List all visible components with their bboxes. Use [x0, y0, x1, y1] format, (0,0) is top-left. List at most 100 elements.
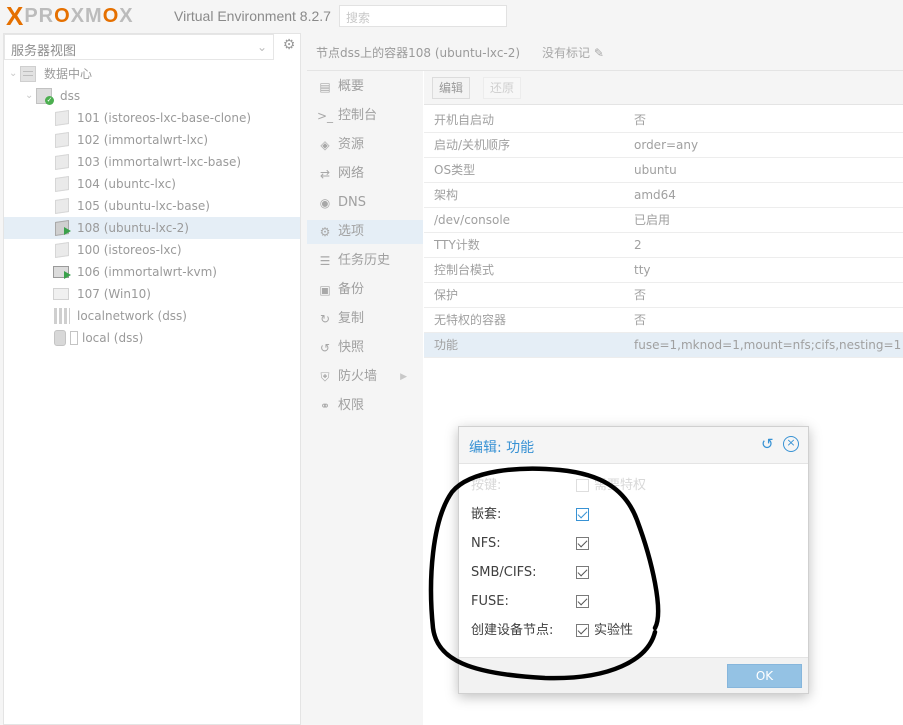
proxmox-logo[interactable]: X PROXMOX [6, 1, 134, 31]
tree-item-guest[interactable]: 104 (ubuntc-lxc) [4, 173, 300, 195]
ok-button[interactable]: OK [727, 664, 802, 688]
edit-button[interactable]: 编辑 [432, 77, 471, 99]
options-row[interactable]: /dev/console 已启用 [424, 208, 903, 233]
list-icon: ☰ [319, 254, 331, 268]
feature-field: FUSE: [471, 591, 791, 613]
container-icon [55, 132, 69, 148]
unlock-icon: ⚭ [319, 399, 331, 413]
floppy-icon: ▣ [319, 283, 331, 297]
options-row[interactable]: 架构 amd64 [424, 183, 903, 208]
feature-checkbox[interactable] [576, 624, 589, 637]
feature-checkbox[interactable] [576, 595, 589, 608]
option-value: tty [634, 263, 651, 277]
options-row[interactable]: TTY计数 2 [424, 233, 903, 258]
chevron-down-icon[interactable]: ⌄ [9, 63, 17, 85]
tree-item-datacenter[interactable]: ⌄ 数据中心 [4, 63, 300, 85]
options-row[interactable]: 功能 fuse=1,mknod=1,mount=nfs;cifs,nesting=… [424, 333, 903, 358]
chevron-down-icon[interactable]: ⌄ [25, 85, 33, 107]
feature-field: SMB/CIFS: [471, 562, 791, 584]
tree-item-guest[interactable]: 108 (ubuntu-lxc-2) [4, 217, 300, 239]
option-key: 保护 [434, 288, 459, 302]
option-value: amd64 [634, 188, 676, 202]
book-icon: ▤ [319, 80, 331, 94]
options-row[interactable]: 启动/关机顺序 order=any [424, 133, 903, 158]
option-value: 已启用 [634, 213, 671, 227]
database-icon [54, 330, 66, 346]
options-row[interactable]: 保护 否 [424, 283, 903, 308]
tree-item-label: dss [60, 89, 81, 103]
nav-item-3[interactable]: ⇄ 网络 [307, 162, 423, 186]
feature-checkbox[interactable] [576, 566, 589, 579]
option-key: TTY计数 [434, 238, 480, 252]
option-value: 2 [634, 238, 642, 252]
nav-item-5[interactable]: ⚙ 选项 [307, 220, 423, 244]
nav-item-4[interactable]: ◉ DNS [307, 191, 423, 215]
nav-item-6[interactable]: ☰ 任务历史 [307, 249, 423, 273]
nav-item-8[interactable]: ↻ 复制 [307, 307, 423, 331]
tree-item-guest[interactable]: local (dss) [4, 327, 300, 349]
nav-item-9[interactable]: ↺ 快照 [307, 336, 423, 360]
close-icon[interactable]: × [783, 436, 799, 452]
tree-item-guest[interactable]: 102 (immortalwrt-lxc) [4, 129, 300, 151]
field-note: 实验性 [594, 623, 634, 638]
nav-item-11[interactable]: ⚭ 权限 [307, 394, 423, 418]
tree-item-guest[interactable]: 105 (ubuntu-lxc-base) [4, 195, 300, 217]
container-icon [55, 110, 69, 126]
view-selector-label: 服务器视图 [11, 44, 77, 59]
feature-checkbox[interactable] [576, 508, 589, 521]
field-label: 按键: [471, 478, 502, 493]
option-value: order=any [634, 138, 699, 152]
logo-x-mark: X [6, 1, 24, 31]
nav-item-label: 概要 [338, 79, 365, 94]
nav-item-1[interactable]: >_ 控制台 [307, 104, 423, 128]
tags-editor[interactable]: 没有标记 ✎ [542, 44, 604, 61]
shield-icon: ⛨ [320, 370, 330, 384]
nav-item-7[interactable]: ▣ 备份 [307, 278, 423, 302]
reset-icon[interactable]: ↺ [761, 435, 774, 453]
tree-item-guest[interactable]: 100 (istoreos-lxc) [4, 239, 300, 261]
pencil-icon[interactable]: ✎ [594, 46, 604, 60]
nav-item-2[interactable]: ◈ 资源 [307, 133, 423, 157]
history-icon: ↺ [319, 341, 331, 355]
options-row[interactable]: 控制台模式 tty [424, 258, 903, 283]
gear-icon[interactable]: ⚙ [280, 37, 298, 55]
options-row[interactable]: 开机自启动 否 [424, 108, 903, 133]
tree-item-label: 108 (ubuntu-lxc-2) [77, 221, 189, 235]
search-input[interactable]: 搜索 [339, 5, 507, 27]
version-label: Virtual Environment 8.2.7 [174, 8, 331, 24]
feature-checkbox[interactable] [576, 537, 589, 550]
feature-field: 按键: 需要特权 [471, 475, 791, 497]
monitor-icon [53, 288, 69, 300]
retweet-icon: ↻ [319, 312, 331, 326]
tree-item-label: 107 (Win10) [77, 287, 151, 301]
nav-item-0[interactable]: ▤ 概要 [307, 75, 423, 99]
tree-item-guest[interactable]: 107 (Win10) [4, 283, 300, 305]
feature-field: 嵌套: [471, 504, 791, 526]
options-row[interactable]: 无特权的容器 否 [424, 308, 903, 333]
globe-icon: ◉ [319, 196, 331, 210]
option-key: 启动/关机顺序 [434, 138, 511, 152]
tree-item-guest[interactable]: 103 (immortalwrt-lxc-base) [4, 151, 300, 173]
view-selector[interactable]: 服务器视图 ⌄ [4, 34, 274, 60]
nav-item-label: 复制 [338, 311, 365, 326]
edit-features-dialog: 编辑: 功能 ↺ × 按键: 需要特权 嵌套: NFS: SMB/CIFS: FUSE: 创… [458, 426, 809, 694]
tree-item-guest[interactable]: localnetwork (dss) [4, 305, 300, 327]
terminal-icon: >_ [317, 109, 334, 123]
revert-button[interactable]: 还原 [483, 77, 522, 99]
tree-item-label: local (dss) [82, 331, 144, 345]
tree-item-node[interactable]: ⌄ ✓ dss [4, 85, 300, 107]
exchange-icon: ⇄ [319, 167, 331, 181]
top-header: X PROXMOX Virtual Environment 8.2.7 搜索 [0, 0, 903, 33]
container-icon [55, 154, 69, 170]
tree-item-label: 106 (immortalwrt-kvm) [77, 265, 217, 279]
nav-item-label: 防火墙 [338, 369, 378, 384]
feature-checkbox[interactable] [576, 479, 589, 492]
option-key: OS类型 [434, 163, 476, 177]
chevron-right-icon[interactable]: ▶ [400, 365, 407, 389]
field-label: SMB/CIFS: [471, 565, 537, 580]
tree-item-guest[interactable]: 101 (istoreos-lxc-base-clone) [4, 107, 300, 129]
options-row[interactable]: OS类型 ubuntu [424, 158, 903, 183]
nav-item-10[interactable]: ⛨ 防火墙 ▶ [307, 365, 423, 389]
option-key: 功能 [434, 338, 459, 352]
tree-item-guest[interactable]: 106 (immortalwrt-kvm) [4, 261, 300, 283]
